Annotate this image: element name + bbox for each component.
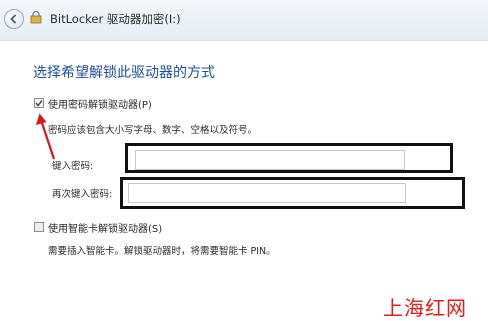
annotation-box-enter-password bbox=[125, 143, 453, 173]
back-arrow-icon bbox=[10, 14, 17, 24]
use-password-checkbox[interactable] bbox=[34, 98, 44, 108]
window-title: BitLocker 驱动器加密(I:) bbox=[50, 12, 181, 26]
checkmark-icon bbox=[35, 100, 43, 107]
reenter-password-label: 再次键入密码: bbox=[52, 189, 113, 200]
use-smartcard-label[interactable]: 使用智能卡解锁驱动器(S) bbox=[48, 220, 162, 235]
title-bar: BitLocker 驱动器加密(I:) bbox=[0, 0, 488, 41]
password-hint: 密码应该包含大小写字母、数字、空格以及符号。 bbox=[48, 125, 258, 136]
bitlocker-icon bbox=[30, 11, 42, 24]
smartcard-hint: 需要插入智能卡。解锁驱动器时，将需要智能卡 PIN。 bbox=[48, 246, 276, 257]
use-password-label[interactable]: 使用密码解锁驱动器(P) bbox=[48, 96, 152, 111]
use-smartcard-checkbox[interactable] bbox=[34, 222, 44, 232]
back-button[interactable] bbox=[4, 9, 24, 29]
annotation-arrow-icon bbox=[36, 113, 56, 160]
page-heading: 选择希望解锁此驱动器的方式 bbox=[33, 65, 215, 81]
watermark-text: 上海红网 bbox=[383, 296, 467, 320]
annotation-box-reenter-password bbox=[120, 177, 465, 209]
